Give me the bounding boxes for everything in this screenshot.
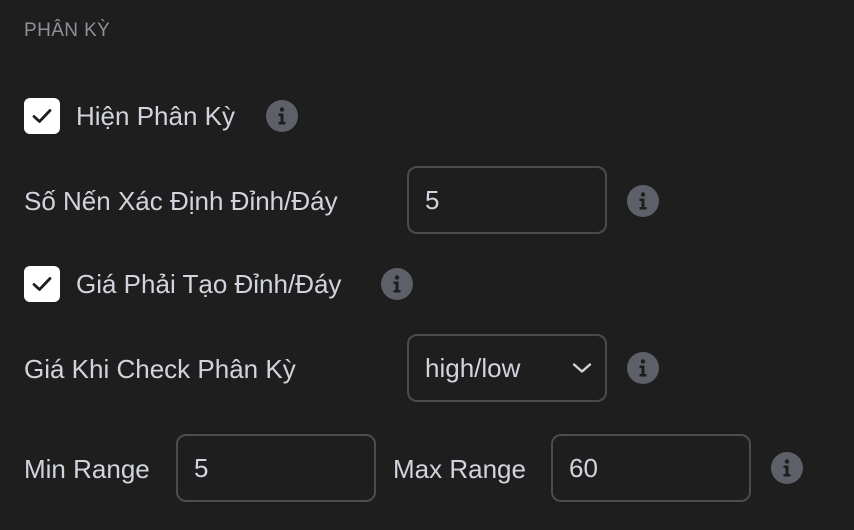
max-range-value: 60: [569, 452, 598, 483]
check-icon: [32, 109, 52, 123]
info-icon[interactable]: [627, 352, 659, 384]
price-pivot-checkbox[interactable]: [24, 266, 60, 302]
max-range-label: Max Range: [393, 454, 526, 484]
max-range-input[interactable]: 60: [551, 434, 751, 502]
pivot-candles-input[interactable]: 5: [407, 166, 607, 234]
price-pivot-row: Giá Phải Tạo Đỉnh/Đáy: [24, 266, 341, 302]
check-icon: [32, 277, 52, 291]
min-range-label: Min Range: [24, 454, 150, 484]
info-icon[interactable]: [381, 268, 413, 300]
price-source-value: high/low: [425, 352, 521, 383]
info-icon[interactable]: [627, 185, 659, 217]
chevron-down-icon: [572, 363, 592, 373]
price-source-label: Giá Khi Check Phân Kỳ: [24, 354, 296, 384]
price-source-select[interactable]: high/low: [407, 334, 607, 402]
show-divergence-checkbox[interactable]: [24, 98, 60, 134]
show-divergence-row: Hiện Phân Kỳ: [24, 98, 235, 134]
min-range-value: 5: [194, 452, 209, 483]
info-icon[interactable]: [266, 100, 298, 132]
price-pivot-label: Giá Phải Tạo Đỉnh/Đáy: [76, 268, 342, 299]
min-range-input[interactable]: 5: [176, 434, 376, 502]
pivot-candles-label: Số Nến Xác Định Đỉnh/Đáy: [24, 186, 338, 216]
pivot-candles-value: 5: [425, 184, 440, 215]
section-title: PHÂN KỲ: [24, 20, 111, 41]
show-divergence-label: Hiện Phân Kỳ: [76, 100, 235, 131]
info-icon[interactable]: [771, 452, 803, 484]
